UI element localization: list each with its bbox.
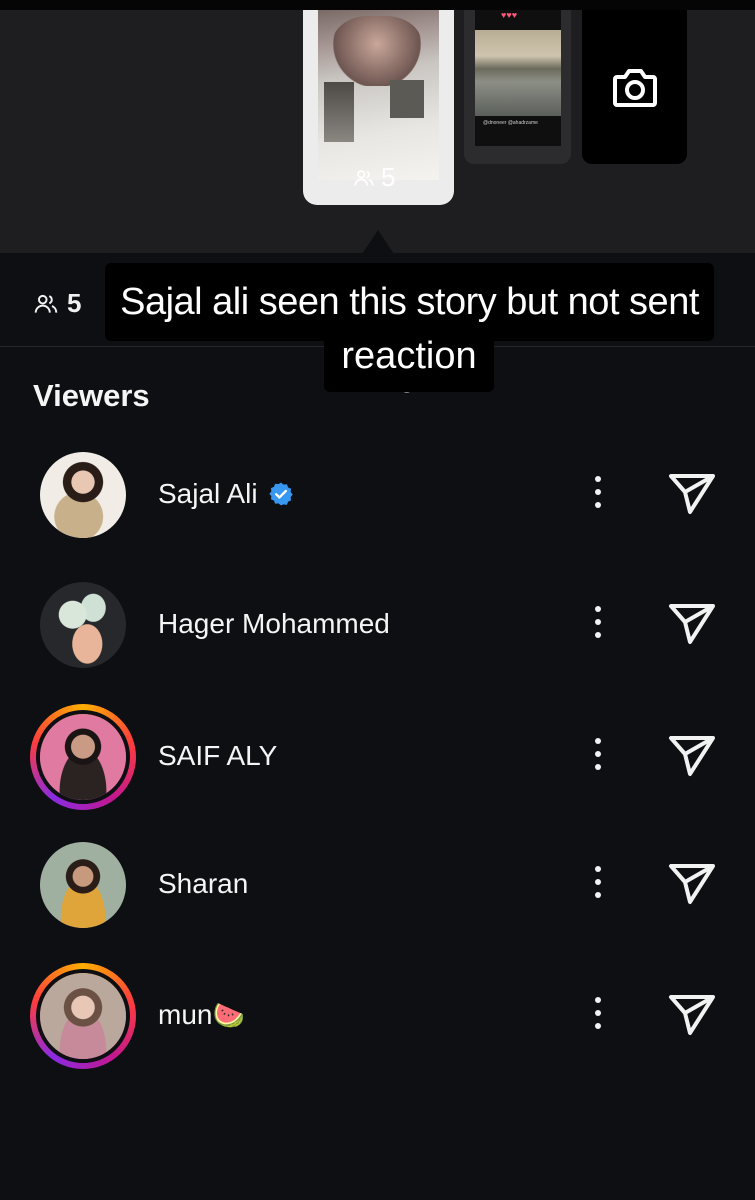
story-thumbnail-current[interactable]: 5 [303, 10, 454, 205]
avatar[interactable] [40, 582, 126, 668]
viewers-icon [354, 169, 374, 185]
viewer-count[interactable]: 5 [33, 288, 81, 319]
list-item[interactable]: Sajal Ali [0, 442, 755, 552]
send-icon[interactable] [668, 860, 716, 906]
avatar[interactable] [40, 842, 126, 928]
avatar[interactable] [40, 452, 126, 538]
more-options-button[interactable] [586, 862, 610, 902]
story-mention-tag: @dnoneer @ahadrzame [483, 120, 538, 126]
story-views-count: 5 [381, 162, 396, 192]
selected-story-pointer [362, 230, 394, 254]
list-item[interactable]: SAIF ALY [0, 704, 755, 814]
viewer-count-value: 5 [67, 288, 82, 318]
list-item[interactable]: mun 🍉 [0, 963, 755, 1073]
viewer-name[interactable]: Sajal Ali [158, 478, 294, 510]
list-item[interactable]: Sharan [0, 832, 755, 942]
more-options-button[interactable] [586, 602, 610, 642]
story-views: 5 [353, 162, 395, 193]
more-options-button[interactable] [586, 734, 610, 774]
story-thumbnail-next[interactable]: ♥♥♥ @dnoneer @ahadrzame [464, 10, 571, 164]
avatar[interactable] [30, 963, 136, 1069]
viewer-name[interactable]: Sharan [158, 868, 248, 900]
send-icon[interactable] [668, 470, 716, 516]
send-icon[interactable] [668, 991, 716, 1037]
viewers-heading: Viewers [33, 378, 150, 413]
viewer-name[interactable]: Hager Mohammed [158, 608, 390, 640]
story-photo [318, 10, 439, 180]
viewer-name[interactable]: mun 🍉 [158, 999, 245, 1031]
hearts-icon: ♥♥♥ [501, 10, 518, 20]
viewer-name[interactable]: SAIF ALY [158, 740, 277, 772]
caption-line-1: Sajal ali seen this story but not sent a [105, 263, 714, 401]
send-icon[interactable] [668, 732, 716, 778]
add-story-button[interactable] [582, 10, 687, 164]
send-icon[interactable] [668, 600, 716, 646]
avatar[interactable] [30, 704, 136, 810]
landscape-photo [475, 30, 561, 116]
caption-line-2: reaction [324, 333, 494, 392]
viewers-icon [34, 294, 58, 313]
story-strip: 5 ♥♥♥ @dnoneer @ahadrzame [0, 10, 755, 253]
watermelon-icon: 🍉 [212, 999, 245, 1030]
verified-badge-icon [268, 482, 293, 506]
camera-icon [612, 69, 657, 107]
more-options-button[interactable] [586, 993, 610, 1033]
list-item[interactable]: Hager Mohammed [0, 572, 755, 682]
status-bar [0, 0, 755, 10]
more-options-button[interactable] [586, 472, 610, 512]
